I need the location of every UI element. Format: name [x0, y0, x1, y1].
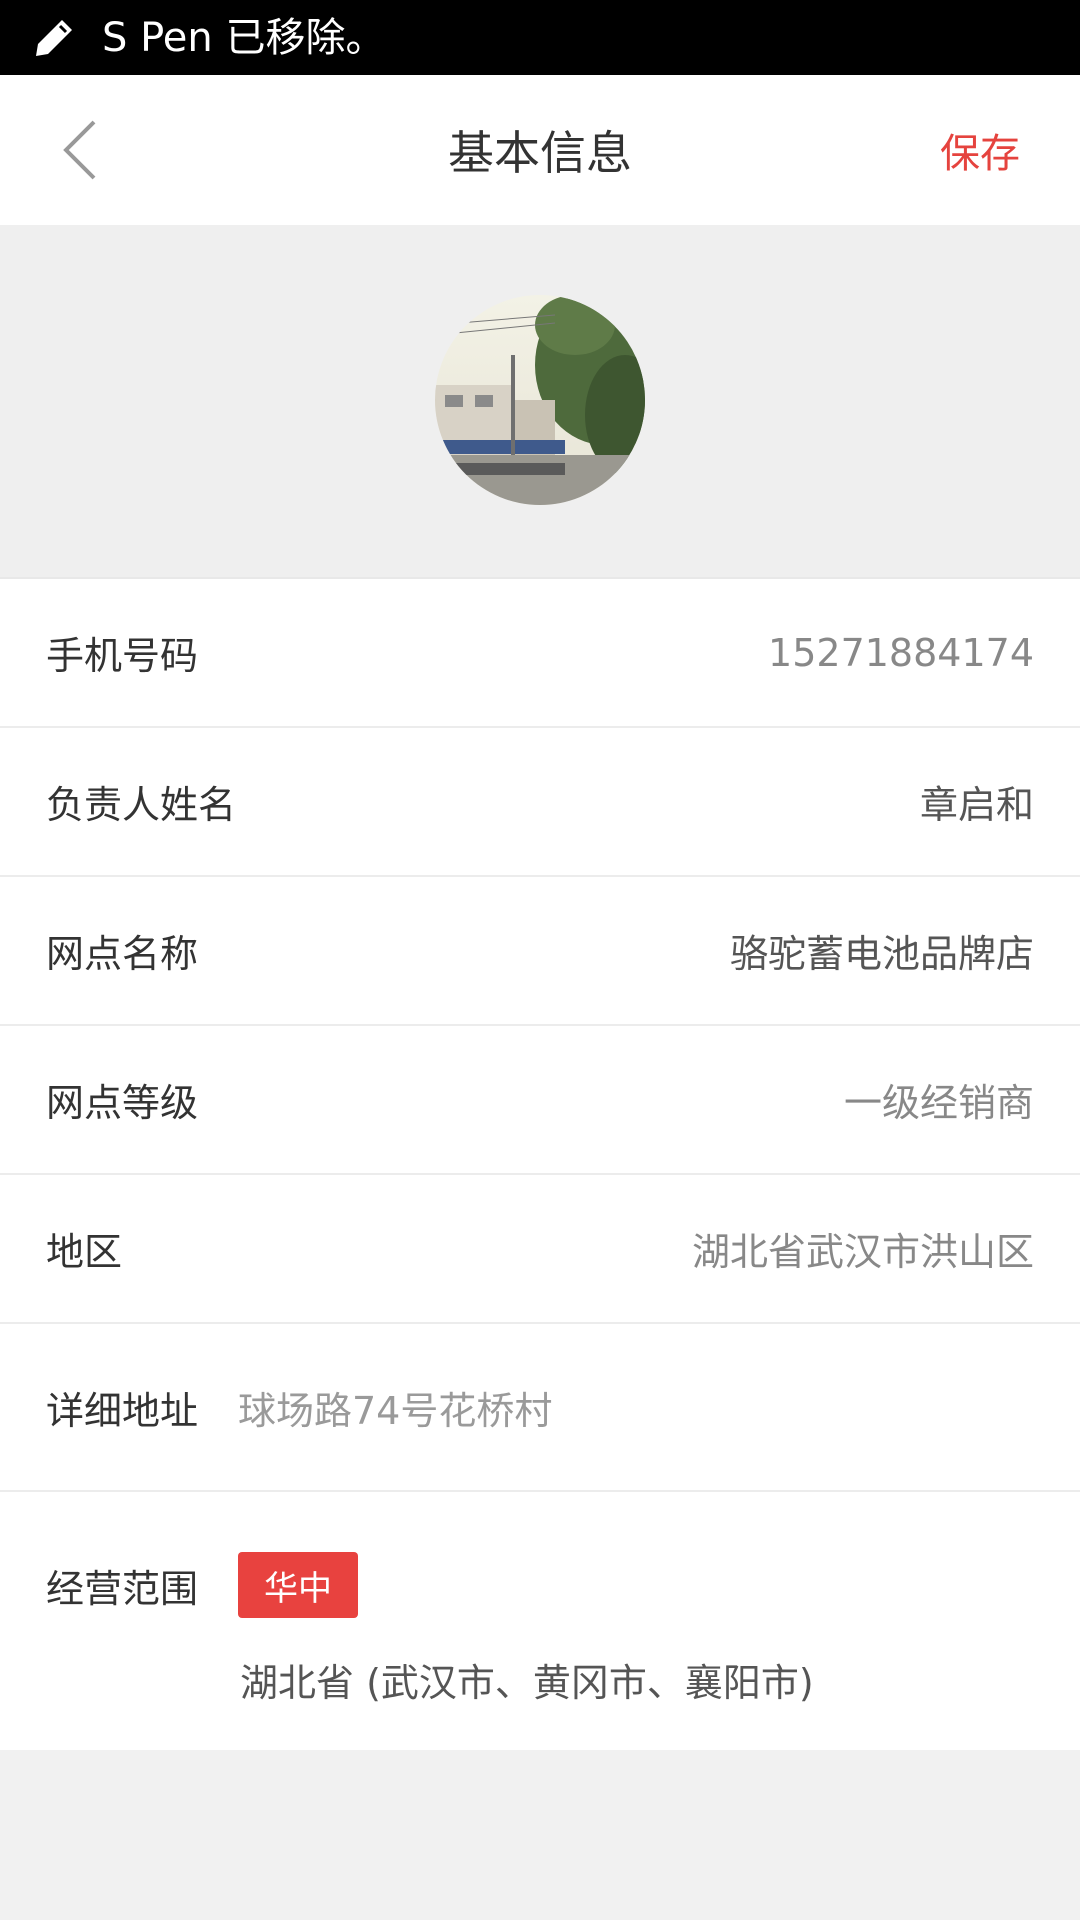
outlet-name-value[interactable]: 骆驼蓄电池品牌店 [730, 923, 1034, 978]
region-value: 湖北省武汉市洪山区 [691, 1230, 1034, 1274]
owner-row[interactable]: 负责人姓名 章启和 [0, 726, 1080, 875]
address-row[interactable]: 详细地址 球场路74号花桥村 [0, 1322, 1080, 1490]
address-field[interactable]: 球场路74号花桥村 [238, 1380, 552, 1435]
phone-value: 15271884174 [768, 630, 1034, 675]
pen-icon [32, 16, 76, 60]
outlet-name-label: 网点名称 [46, 932, 199, 976]
save-button[interactable]: 保存 [940, 75, 1020, 225]
scope-label: 经营范围 [46, 1567, 199, 1611]
avatar[interactable] [435, 295, 645, 505]
phone-label: 手机号码 [46, 634, 199, 678]
region-row: 地区 湖北省武汉市洪山区 [0, 1173, 1080, 1322]
outlet-level-row: 网点等级 一级经销商 [0, 1024, 1080, 1173]
scope-row: 经营范围 华中 湖北省 (武汉市、黄冈市、襄阳市) [0, 1490, 1080, 1750]
info-list: 手机号码 15271884174 负责人姓名 章启和 网点名称 骆驼蓄电池品牌店… [0, 577, 1080, 1750]
region-label: 地区 [46, 1230, 123, 1274]
owner-label: 负责人姓名 [46, 783, 237, 827]
address-label: 详细地址 [46, 1388, 199, 1433]
page-title: 基本信息 [448, 126, 632, 180]
region-badge: 华中 [238, 1552, 358, 1618]
status-text: S Pen 已移除。 [102, 14, 386, 61]
scope-detail: 湖北省 (武汉市、黄冈市、襄阳市) [240, 1661, 814, 1705]
phone-row: 手机号码 15271884174 [0, 577, 1080, 726]
avatar-section [0, 225, 1080, 577]
outlet-level-label: 网点等级 [46, 1081, 199, 1125]
nav-bar: 基本信息 保存 [0, 75, 1080, 225]
status-bar: S Pen 已移除。 [0, 0, 1080, 75]
owner-value[interactable]: 章启和 [920, 774, 1034, 829]
outlet-level-value: 一级经销商 [843, 1081, 1034, 1125]
outlet-name-row[interactable]: 网点名称 骆驼蓄电池品牌店 [0, 875, 1080, 1024]
